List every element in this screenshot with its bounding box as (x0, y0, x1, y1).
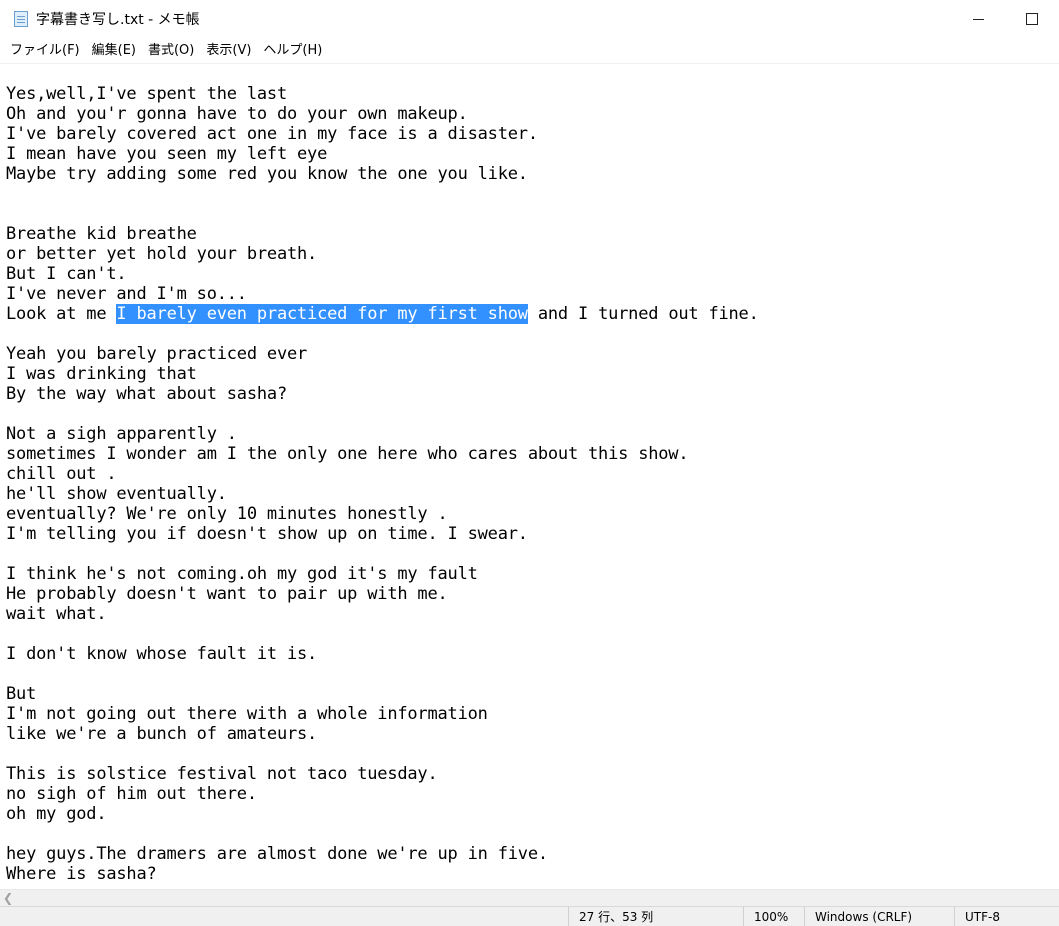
text-line[interactable] (6, 824, 759, 844)
horizontal-scrollbar[interactable]: ❮ (0, 889, 1059, 906)
text-line[interactable]: no sigh of him out there. (6, 784, 759, 804)
text-line[interactable]: I think he's not coming.oh my god it's m… (6, 564, 759, 584)
menu-help[interactable]: ヘルプ(H) (257, 38, 328, 63)
text-line[interactable]: By the way what about sasha? (6, 384, 759, 404)
title-bar[interactable]: 字幕書き写し.txt - メモ帳 (0, 0, 1059, 38)
text-line[interactable]: But (6, 684, 759, 704)
zoom-level: 100% (743, 907, 804, 926)
text-line[interactable] (6, 184, 759, 204)
text-line[interactable]: he'll show eventually. (6, 484, 759, 504)
text-line[interactable]: Yeah you barely practiced ever (6, 344, 759, 364)
text-line[interactable]: I've barely covered act one in my face i… (6, 124, 759, 144)
text-line[interactable]: He probably doesn't want to pair up with… (6, 584, 759, 604)
text-line[interactable]: eventually? We're only 10 minutes honest… (6, 504, 759, 524)
text-line[interactable]: oh my god. (6, 804, 759, 824)
menu-bar: ファイル(F) 編集(E) 書式(O) 表示(V) ヘルプ(H) (0, 38, 1059, 63)
menu-edit[interactable]: 編集(E) (86, 38, 142, 63)
menu-view[interactable]: 表示(V) (200, 38, 257, 63)
text-line[interactable]: wait what. (6, 604, 759, 624)
text-line-selected[interactable]: Look at me I barely even practiced for m… (6, 304, 759, 324)
text-line[interactable]: Oh and you'r gonna have to do your own m… (6, 104, 759, 124)
text-line[interactable]: I'm not going out there with a whole inf… (6, 704, 759, 724)
text-line[interactable]: Maybe try adding some red you know the o… (6, 164, 759, 184)
editor-content[interactable]: Yes,well,I've spent the last Oh and you'r… (6, 84, 759, 889)
menu-file[interactable]: ファイル(F) (4, 38, 86, 63)
text-line[interactable]: Where is sasha? (6, 864, 759, 884)
cursor-position: 27 行、53 列 (568, 907, 743, 926)
text-line[interactable] (6, 324, 759, 344)
text-line[interactable]: Not a sigh apparently . (6, 424, 759, 444)
text-line[interactable]: This is solstice festival not taco tuesd… (6, 764, 759, 784)
text-line[interactable]: I've never and I'm so... (6, 284, 759, 304)
selected-line-after: and I turned out fine. (527, 304, 759, 324)
text-line[interactable]: or better yet hold your breath. (6, 244, 759, 264)
text-line[interactable]: I was drinking that (6, 364, 759, 384)
text-line[interactable]: hey guys.The dramers are almost done we'… (6, 844, 759, 864)
text-line[interactable]: sometimes I wonder am I the only one her… (6, 444, 759, 464)
window-title: 字幕書き写し.txt - メモ帳 (36, 12, 200, 28)
text-line[interactable] (6, 664, 759, 684)
minimize-button[interactable] (951, 0, 1005, 38)
scroll-left-arrow-icon[interactable]: ❮ (3, 890, 13, 907)
text-line[interactable] (6, 204, 759, 224)
text-line[interactable] (6, 544, 759, 564)
text-line[interactable] (6, 744, 759, 764)
menu-format[interactable]: 書式(O) (142, 38, 200, 63)
text-line[interactable]: chill out . (6, 464, 759, 484)
encoding: UTF-8 (954, 907, 1059, 926)
text-line[interactable] (6, 624, 759, 644)
line-ending: Windows (CRLF) (804, 907, 954, 926)
text-line[interactable]: I don't know whose fault it is. (6, 644, 759, 664)
status-bar: 27 行、53 列 100% Windows (CRLF) UTF-8 (0, 906, 1059, 926)
text-line[interactable]: like we're a bunch of amateurs. (6, 724, 759, 744)
notepad-icon (12, 10, 30, 28)
text-line[interactable]: I'm telling you if doesn't show up on ti… (6, 524, 759, 544)
text-line[interactable] (6, 404, 759, 424)
text-line[interactable]: But I can't. (6, 264, 759, 284)
selected-line-before: Look at me (6, 304, 117, 324)
text-line[interactable]: Breathe kid breathe (6, 224, 759, 244)
text-editor[interactable]: Yes,well,I've spent the last Oh and you'r… (0, 63, 1059, 889)
text-line[interactable]: Yes,well,I've spent the last (6, 84, 759, 104)
maximize-button[interactable] (1005, 0, 1059, 38)
text-line[interactable]: I mean have you seen my left eye (6, 144, 759, 164)
text-selection[interactable]: I barely even practiced for my first sho… (116, 304, 528, 324)
